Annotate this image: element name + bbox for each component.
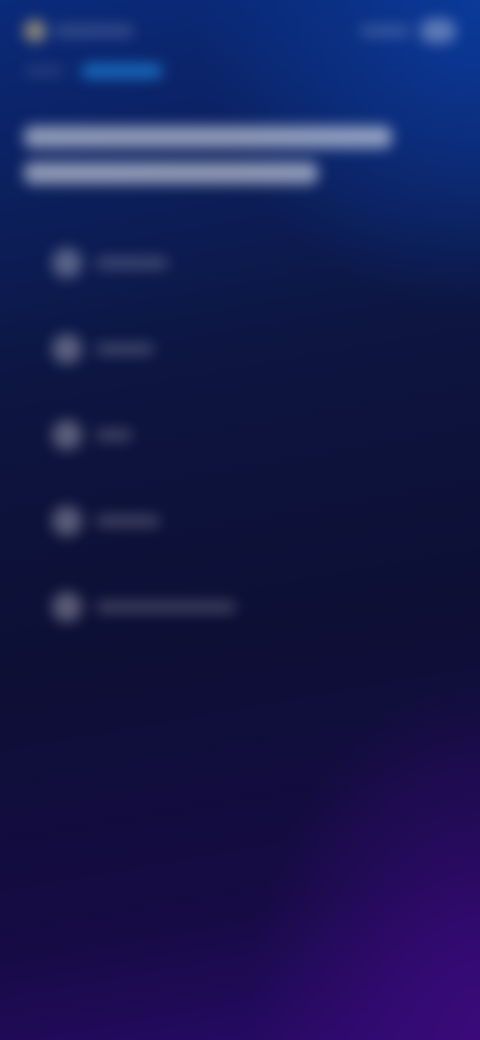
tab-2-active[interactable]: [82, 64, 162, 78]
circle-icon: [52, 420, 82, 450]
list-item-label: [96, 430, 132, 440]
title-line-2: [24, 162, 319, 184]
list-item-label: [96, 344, 154, 354]
top-link[interactable]: [360, 26, 410, 36]
top-actions: [360, 19, 456, 43]
menu-list: [34, 220, 446, 650]
list-item[interactable]: [34, 392, 446, 478]
brand[interactable]: [24, 20, 134, 42]
brand-name-placeholder: [54, 25, 134, 37]
list-item[interactable]: [34, 306, 446, 392]
list-item-label: [96, 516, 160, 526]
circle-icon: [52, 506, 82, 536]
circle-icon: [52, 592, 82, 622]
brand-logo-icon: [24, 20, 46, 42]
list-item-label: [96, 258, 168, 268]
top-bar: [24, 14, 456, 48]
circle-icon: [52, 334, 82, 364]
list-item[interactable]: [34, 220, 446, 306]
list-item-label: [96, 602, 236, 612]
blurred-screen: [0, 0, 480, 1040]
list-item[interactable]: [34, 478, 446, 564]
list-item[interactable]: [34, 564, 446, 650]
avatar-icon[interactable]: [420, 19, 456, 43]
tab-1[interactable]: [24, 66, 64, 76]
circle-icon: [52, 248, 82, 278]
page-title: [24, 126, 392, 198]
tab-bar: [24, 64, 162, 78]
title-line-1: [24, 126, 392, 148]
